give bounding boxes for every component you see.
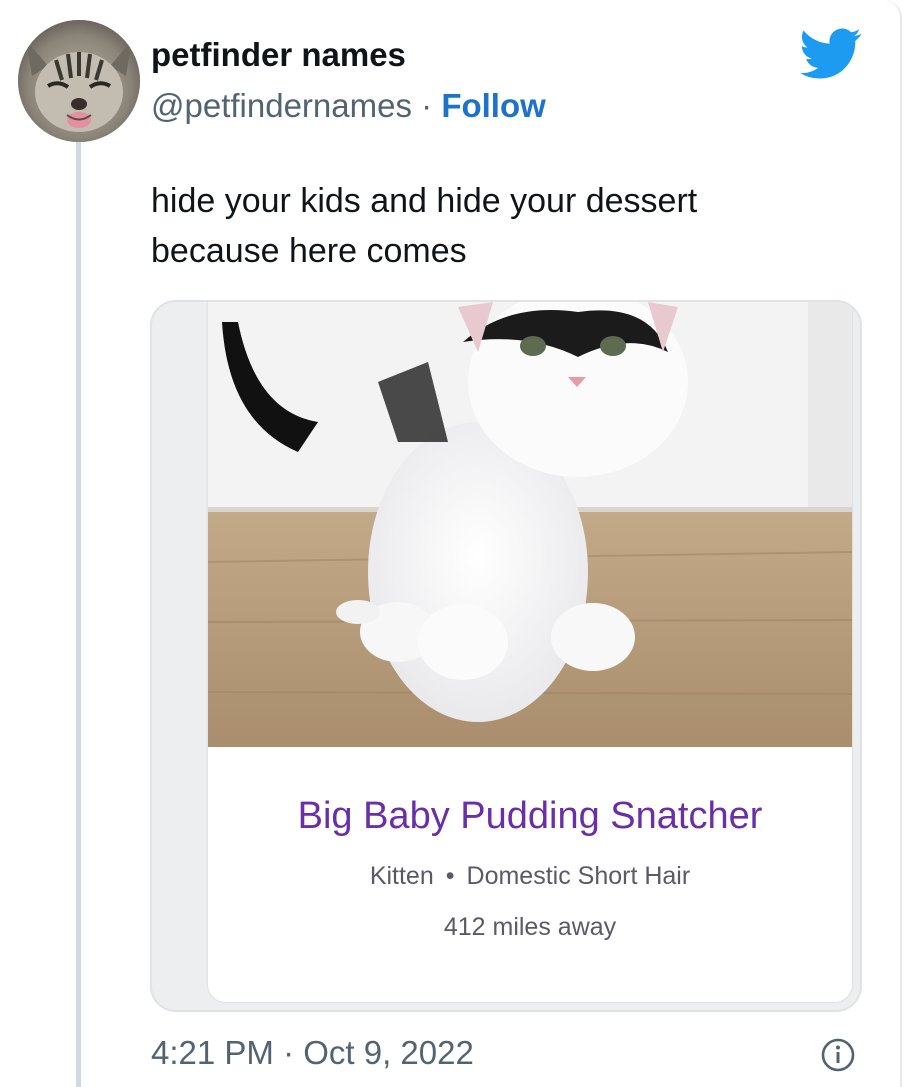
twitter-bird-icon[interactable]	[800, 28, 862, 80]
tweet-text-line: hide your kids and hide your dessert	[151, 182, 698, 220]
pet-breed: Domestic Short Hair	[466, 862, 691, 890]
tweet-media[interactable]: Big Baby Pudding Snatcher Kitten • Domesti…	[150, 300, 862, 1012]
tweet-timestamp[interactable]: 4:21 PM · Oct 9, 2022	[151, 1034, 474, 1072]
display-name[interactable]: petfinder names	[151, 36, 406, 74]
thread-line	[76, 142, 81, 1087]
meta-separator: •	[445, 862, 455, 890]
tweet-text-line: because here comes	[151, 232, 467, 270]
pet-info-panel: Big Baby Pudding Snatcher Kitten • Domesti…	[208, 747, 852, 1002]
tweet-text: hide your kids and hide your dessert bec…	[151, 176, 831, 276]
pet-name[interactable]: Big Baby Pudding Snatcher	[208, 795, 852, 838]
pet-age: Kitten	[369, 862, 434, 890]
avatar[interactable]	[18, 20, 140, 142]
avatar-kitten-image	[18, 20, 140, 142]
kitten-photo	[208, 302, 852, 762]
pet-meta: Kitten • Domestic Short Hair	[208, 862, 852, 891]
handle-row: @petfindernames · Follow	[151, 87, 546, 125]
info-icon[interactable]	[820, 1037, 856, 1073]
pet-listing-card: Big Baby Pudding Snatcher Kitten • Domesti…	[208, 302, 852, 1002]
handle-separator: ·	[421, 87, 433, 124]
handle[interactable]: @petfindernames	[151, 87, 412, 124]
follow-link[interactable]: Follow	[441, 87, 545, 124]
pet-distance: 412 miles away	[443, 913, 617, 941]
